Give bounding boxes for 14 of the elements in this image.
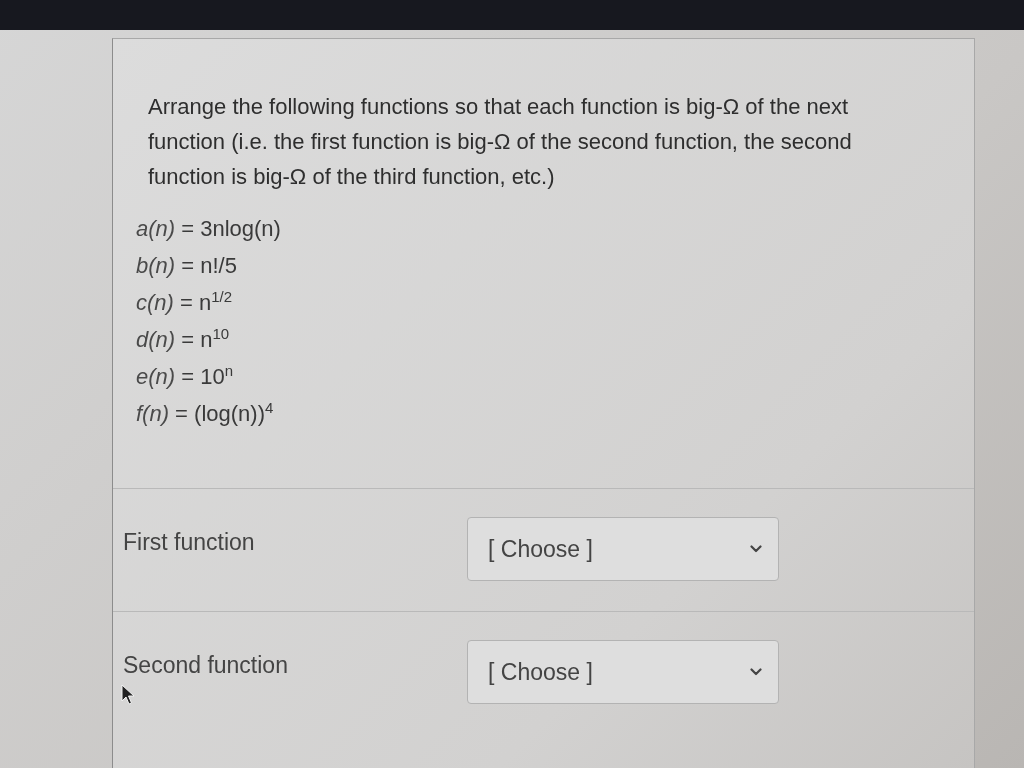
answer-label: Second function [123,652,288,678]
choose-dropdown[interactable]: [ Choose ] [467,517,779,581]
chevron-down-icon [750,668,762,676]
function-definition: f(n) = (log(n))$^{4}$ [136,397,274,428]
choose-dropdown[interactable]: [ Choose ] [467,640,779,704]
function-definition: b(n) = n!/5 [136,252,237,280]
function-definition: c(n) = n$^{1/2}$ [136,286,233,317]
function-definition: a(n) = 3nlog(n) [136,215,281,243]
question-text: Arrange the following functions so that each function is big-Ω of the next function (i.e. the first function is big-Ω of the second function, the second function is big-Ω of the third function, etc.) [148,93,853,191]
function-definition: e(n) = 10$^{n}$ [136,360,233,391]
answer-label: First function [123,529,255,555]
mouse-pointer-icon [121,684,135,706]
function-definition: d(n) = n$^{10}$ [136,323,230,354]
chevron-down-icon [750,545,762,553]
